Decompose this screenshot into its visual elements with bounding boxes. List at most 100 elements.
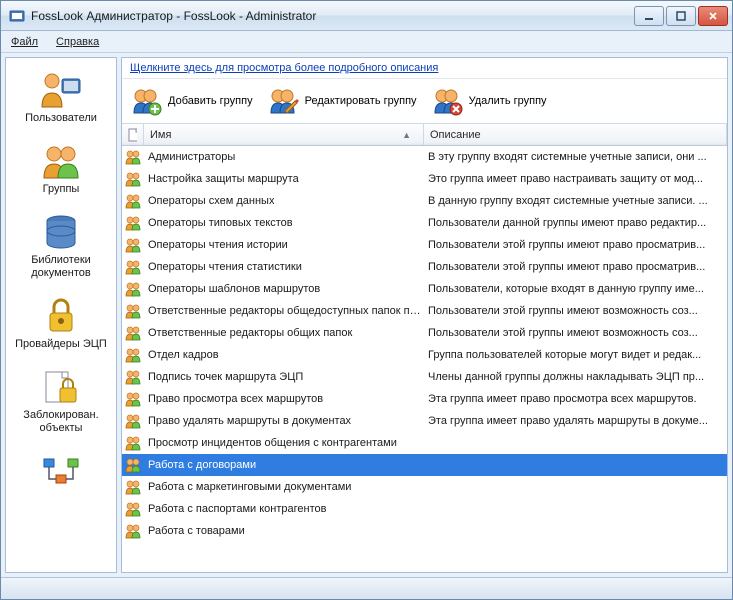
table-row[interactable]: Работа с товарами: [122, 520, 727, 542]
group-icon: [122, 171, 144, 187]
row-name: Ответственные редакторы общедоступных па…: [144, 305, 424, 317]
row-name: Операторы чтения статистики: [144, 261, 424, 273]
row-name: Работа с маркетинговыми документами: [144, 481, 424, 493]
group-icon: [122, 435, 144, 451]
titlebar: FossLook Администратор - FossLook - Admi…: [1, 1, 732, 31]
row-name: Операторы типовых текстов: [144, 217, 424, 229]
table-row[interactable]: Работа с паспортами контрагентов: [122, 498, 727, 520]
group-icon: [122, 391, 144, 407]
menu-help[interactable]: Справка: [50, 34, 105, 50]
row-name: Администраторы: [144, 151, 424, 163]
group-icon: [122, 457, 144, 473]
row-name: Операторы схем данных: [144, 195, 424, 207]
sidebar-item-group-icon[interactable]: Группы: [6, 135, 116, 206]
table-row[interactable]: Операторы схем данныхВ данную группу вхо…: [122, 190, 727, 212]
table-row[interactable]: Подпись точек маршрута ЭЦПЧлены данной г…: [122, 366, 727, 388]
row-name: Отдел кадров: [144, 349, 424, 361]
list-body: АдминистраторыВ эту группу входят систем…: [122, 146, 727, 572]
app-icon: [9, 8, 25, 24]
sidebar-item-label: Заблокирован. объекты: [8, 409, 114, 435]
row-name: Настройка защиты маршрута: [144, 173, 424, 185]
sidebar-item-page-lock-icon[interactable]: Заблокирован. объекты: [6, 361, 116, 445]
table-row[interactable]: Право просмотра всех маршрутовЭта группа…: [122, 388, 727, 410]
group-icon: [122, 149, 144, 165]
table-row[interactable]: Ответственные редакторы общих папокПольз…: [122, 322, 727, 344]
minimize-button[interactable]: [634, 6, 664, 26]
row-name: Подпись точек маршрута ЭЦП: [144, 371, 424, 383]
table-row[interactable]: АдминистраторыВ эту группу входят систем…: [122, 146, 727, 168]
sidebar: Пользователи Группы Библиотеки документов П…: [5, 57, 117, 573]
sort-asc-icon: ▲: [402, 130, 417, 140]
row-name: Ответственные редакторы общих папок: [144, 327, 424, 339]
table-row[interactable]: Настройка защиты маршрутаЭто группа имее…: [122, 168, 727, 190]
add-group-icon: [130, 85, 162, 117]
page-icon: [128, 128, 137, 142]
table-row[interactable]: Право удалять маршруты в документахЭта г…: [122, 410, 727, 432]
window-controls: [634, 6, 728, 26]
row-desc: Пользователи этой группы имеют возможнос…: [424, 305, 727, 317]
table-row[interactable]: Работа с договорами: [122, 454, 727, 476]
group-icon: [122, 347, 144, 363]
row-desc: Эта группа имеет право просмотра всех ма…: [424, 393, 727, 405]
group-icon: [122, 523, 144, 539]
group-icon: [122, 259, 144, 275]
maximize-button[interactable]: [666, 6, 696, 26]
row-name: Работа с договорами: [144, 459, 424, 471]
sidebar-item-label: Библиотеки документов: [8, 254, 114, 280]
sidebar-item-label: Группы: [43, 183, 80, 196]
table-row[interactable]: Операторы чтения статистикиПользователи …: [122, 256, 727, 278]
group-icon: [37, 141, 85, 181]
delete-group-button[interactable]: Удалить группу: [429, 83, 555, 119]
row-name: Операторы шаблонов маршрутов: [144, 283, 424, 295]
menu-file[interactable]: Файл: [5, 34, 44, 50]
row-desc: Пользователи, которые входят в данную гр…: [424, 283, 727, 295]
app-window: FossLook Администратор - FossLook - Admi…: [0, 0, 733, 600]
add-group-button[interactable]: Добавить группу: [128, 83, 261, 119]
table-row[interactable]: Операторы типовых текстовПользователи да…: [122, 212, 727, 234]
sidebar-item-database-icon[interactable]: Библиотеки документов: [6, 206, 116, 290]
row-desc: В данную группу входят системные учетные…: [424, 195, 727, 207]
sidebar-item-users-icon[interactable]: Пользователи: [6, 64, 116, 135]
row-desc: В эту группу входят системные учетные за…: [424, 151, 727, 163]
table-row[interactable]: Просмотр инцидентов общения с контрагент…: [122, 432, 727, 454]
row-desc: Пользователи этой группы имеют право про…: [424, 239, 727, 251]
column-name[interactable]: Имя ▲: [144, 124, 424, 145]
row-desc: Это группа имеет право настраивать защит…: [424, 173, 727, 185]
row-desc: Эта группа имеет право удалять маршруты …: [424, 415, 727, 427]
column-desc[interactable]: Описание: [424, 124, 727, 145]
table-row[interactable]: Операторы чтения историиПользователи это…: [122, 234, 727, 256]
row-name: Просмотр инцидентов общения с контрагент…: [144, 437, 424, 449]
row-desc: Группа пользователей которые могут видет…: [424, 349, 727, 361]
sidebar-item-tree-icon[interactable]: [6, 445, 116, 503]
group-icon: [122, 193, 144, 209]
window-title: FossLook Администратор - FossLook - Admi…: [31, 9, 634, 23]
info-link[interactable]: Щелкните здесь для просмотра более подро…: [122, 58, 727, 79]
add-group-label: Добавить группу: [168, 95, 253, 107]
delete-group-label: Удалить группу: [469, 95, 547, 107]
toolbar: Добавить группу Редактировать груп: [122, 79, 727, 124]
row-desc: Пользователи этой группы имеют право про…: [424, 261, 727, 273]
row-desc: Пользователи данной группы имеют право р…: [424, 217, 727, 229]
body: Пользователи Группы Библиотеки документов П…: [1, 53, 732, 577]
lock-icon: [37, 296, 85, 336]
group-icon: [122, 215, 144, 231]
sidebar-item-label: Провайдеры ЭЦП: [15, 338, 107, 351]
table-row[interactable]: Ответственные редакторы общедоступных па…: [122, 300, 727, 322]
group-icon: [122, 501, 144, 517]
delete-group-icon: [431, 85, 463, 117]
database-icon: [37, 212, 85, 252]
table-row[interactable]: Работа с маркетинговыми документами: [122, 476, 727, 498]
group-icon: [122, 413, 144, 429]
row-desc: Члены данной группы должны накладывать Э…: [424, 371, 727, 383]
sidebar-item-lock-icon[interactable]: Провайдеры ЭЦП: [6, 290, 116, 361]
edit-group-button[interactable]: Редактировать группу: [265, 83, 425, 119]
column-icon[interactable]: [122, 124, 144, 145]
group-icon: [122, 325, 144, 341]
row-desc: Пользователи этой группы имеют возможнос…: [424, 327, 727, 339]
close-button[interactable]: [698, 6, 728, 26]
menubar: Файл Справка: [1, 31, 732, 53]
table-row[interactable]: Операторы шаблонов маршрутовПользователи…: [122, 278, 727, 300]
row-name: Право удалять маршруты в документах: [144, 415, 424, 427]
table-row[interactable]: Отдел кадровГруппа пользователей которые…: [122, 344, 727, 366]
sidebar-list: Пользователи Группы Библиотеки документов П…: [6, 58, 116, 572]
